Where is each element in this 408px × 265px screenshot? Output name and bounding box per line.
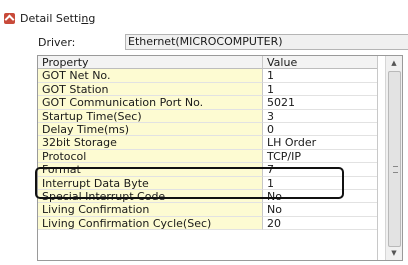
driver-field: Ethernet(MICROCOMPUTER) xyxy=(125,34,408,50)
property-value-cell[interactable]: 1 xyxy=(263,69,377,83)
property-value-cell[interactable]: TCP/IP xyxy=(263,149,377,164)
property-name-cell: 32bit Storage xyxy=(38,136,263,150)
property-grid[interactable]: Property Value GOT Net No. 1 GOT Station 1 G… xyxy=(37,55,403,261)
scroll-grip-icon xyxy=(393,166,398,173)
property-value-cell[interactable]: 20 xyxy=(263,216,377,231)
property-value-cell[interactable]: 1 xyxy=(263,82,377,97)
property-row[interactable]: Startup Time(Sec) 3 xyxy=(38,109,377,123)
vertical-scrollbar[interactable]: ▲ ▼ xyxy=(385,56,402,260)
settings-window-icon xyxy=(4,12,15,24)
property-row[interactable]: Special Interrupt Code No xyxy=(38,189,377,204)
property-value-cell[interactable]: 7 xyxy=(263,163,377,177)
property-row[interactable]: Interrupt Data Byte 1 xyxy=(38,176,377,190)
property-name-cell: GOT Station xyxy=(38,82,263,97)
property-name-cell: GOT Net No. xyxy=(38,69,263,83)
property-name-cell: Special Interrupt Code xyxy=(38,189,263,204)
dialog-title-bar: Detail Setting xyxy=(4,10,95,26)
property-row[interactable]: GOT Net No. 1 xyxy=(38,69,377,83)
scroll-thumb[interactable] xyxy=(388,71,401,247)
property-row[interactable]: Delay Time(ms) 0 xyxy=(38,122,377,137)
driver-row: Driver: Ethernet(MICROCOMPUTER) xyxy=(38,34,408,50)
column-header-value[interactable]: Value xyxy=(263,56,377,70)
property-value-cell[interactable]: No xyxy=(263,189,377,204)
property-value-cell[interactable]: No xyxy=(263,203,377,217)
property-row[interactable]: Living Confirmation Cycle(Sec) 20 xyxy=(38,216,377,231)
property-name-cell: Interrupt Data Byte xyxy=(38,176,263,190)
property-row[interactable]: GOT Communication Port No. 5021 xyxy=(38,96,377,110)
column-header-property[interactable]: Property xyxy=(38,56,263,70)
property-name-cell: Delay Time(ms) xyxy=(38,122,263,137)
property-value-cell[interactable]: LH Order xyxy=(263,136,377,150)
property-name-cell: Living Confirmation Cycle(Sec) xyxy=(38,216,263,231)
property-name-cell: Format xyxy=(38,163,263,177)
property-name-cell: Living Confirmation xyxy=(38,203,263,217)
property-row[interactable]: Format 7 xyxy=(38,163,377,177)
property-value-cell[interactable]: 5021 xyxy=(263,96,377,110)
property-row[interactable]: GOT Station 1 xyxy=(38,82,377,97)
grid-header-row: Property Value xyxy=(38,56,377,70)
property-value-cell[interactable]: 1 xyxy=(263,176,377,190)
property-name-cell: GOT Communication Port No. xyxy=(38,96,263,110)
property-row[interactable]: Protocol TCP/IP xyxy=(38,149,377,164)
dialog-title-part: Detail Setti xyxy=(20,11,82,25)
scroll-down-icon[interactable]: ▼ xyxy=(386,246,402,260)
property-value-cell[interactable]: 0 xyxy=(263,122,377,137)
property-name-cell: Protocol xyxy=(38,149,263,164)
property-value-cell[interactable]: 3 xyxy=(263,109,377,123)
property-row[interactable]: 32bit Storage LH Order xyxy=(38,136,377,150)
grid-separator xyxy=(377,56,378,260)
scroll-up-icon[interactable]: ▲ xyxy=(386,56,402,70)
dialog-title-part: g xyxy=(88,11,96,25)
property-row[interactable]: Living Confirmation No xyxy=(38,203,377,217)
property-name-cell: Startup Time(Sec) xyxy=(38,109,263,123)
driver-label: Driver: xyxy=(38,35,76,49)
property-grid-body: Property Value GOT Net No. 1 GOT Station 1 G… xyxy=(38,56,377,231)
dialog-title: Detail Setting xyxy=(20,12,95,25)
